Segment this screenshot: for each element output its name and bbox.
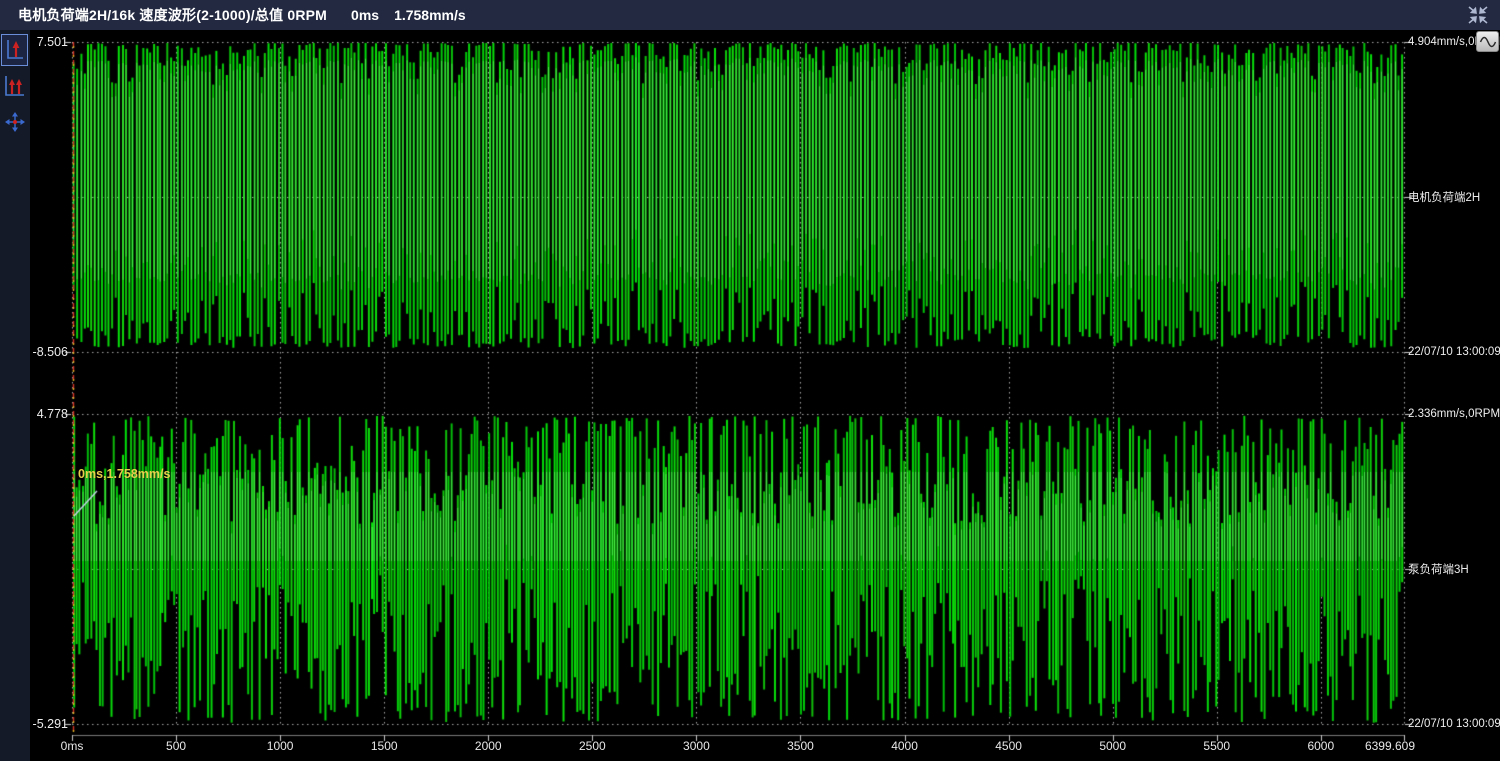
x-tick-label: 2500	[579, 739, 606, 753]
pan-tool[interactable]	[1, 106, 29, 138]
channel-name-ch1: 电机负荷端2H	[1408, 189, 1480, 205]
x-tick-label: 5000	[1099, 739, 1126, 753]
overall-value-ch2: 2.336mm/s,0RPM	[1408, 408, 1500, 420]
x-axis-labels: 0ms 500 1000 1500 2000 2500 3000 3500 4000 4500 50…	[30, 739, 1500, 757]
waveform-view-button[interactable]	[1476, 31, 1499, 52]
timestamp-ch2: 22/07/10 13:00:09	[1408, 718, 1500, 730]
single-cursor-tool[interactable]	[1, 34, 28, 66]
x-tick-label: 3000	[683, 739, 710, 753]
x-tick-label: 1000	[267, 739, 294, 753]
plot-area: 7.501 -8.506 4.778 -5.291 4.904mm/s,0RPM…	[30, 30, 1500, 761]
x-tick-label: 5500	[1203, 739, 1230, 753]
x-tick-label: 4500	[995, 739, 1022, 753]
x-tick-label: 3500	[787, 739, 814, 753]
cursor-annotation: 0ms,1.758mm/s	[78, 467, 170, 481]
cursor-value-readout: 1.758mm/s	[394, 7, 466, 23]
window-title: 电机负荷端2H/16k 速度波形(2-1000)/总值 0RPM	[18, 5, 327, 25]
x-tick-label: 0ms	[61, 739, 84, 753]
harmonic-cursor-icon	[3, 73, 27, 99]
y-max-label-ch2: 4.778	[30, 407, 68, 421]
x-tick-label: 6399.609	[1365, 739, 1415, 753]
waveform-canvas[interactable]	[30, 30, 1500, 761]
move-cross-icon	[4, 111, 26, 133]
x-tick-label: 2000	[475, 739, 502, 753]
y-max-label-ch1: 7.501	[30, 35, 68, 49]
cursor-time-readout: 0ms	[351, 7, 379, 23]
y-min-label-ch1: -8.506	[30, 345, 68, 359]
single-cursor-icon	[4, 37, 26, 63]
x-tick-label: 1500	[371, 739, 398, 753]
collapse-icon[interactable]	[1464, 4, 1492, 26]
y-min-label-ch2: -5.291	[30, 717, 68, 731]
x-tick-label: 500	[166, 739, 186, 753]
timestamp-ch1: 22/07/10 13:00:09	[1408, 346, 1500, 358]
harmonic-cursor-tool[interactable]	[1, 70, 29, 102]
sine-wave-icon	[1479, 35, 1497, 49]
toolbar-sidebar	[0, 30, 30, 761]
title-bar: 电机负荷端2H/16k 速度波形(2-1000)/总值 0RPM 0ms 1.7…	[0, 0, 1500, 30]
x-tick-label: 4000	[891, 739, 918, 753]
channel-name-ch2: 泵负荷端3H	[1408, 561, 1469, 577]
x-tick-label: 6000	[1307, 739, 1334, 753]
